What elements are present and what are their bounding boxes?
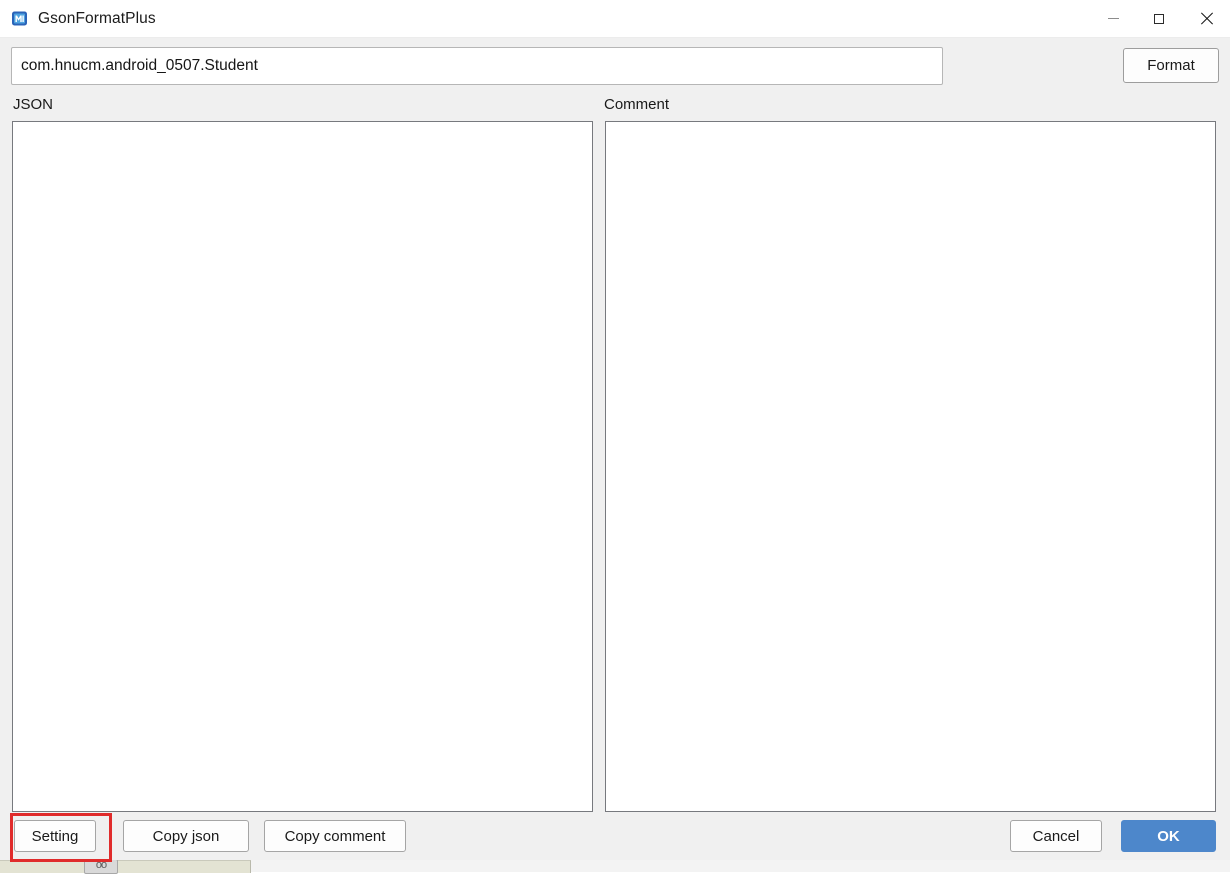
window-title: GsonFormatPlus: [38, 9, 156, 27]
minimize-icon: [1107, 18, 1119, 19]
panel-labels: JSON Comment: [0, 96, 1230, 121]
maximize-icon: [1154, 13, 1164, 24]
gsonformatplus-window: GsonFormatPlus Format JSON Comment: [0, 0, 1230, 860]
title-bar: GsonFormatPlus: [0, 0, 1230, 38]
toolbar-row: Format: [0, 38, 1230, 96]
comment-panel-label: Comment: [604, 96, 670, 113]
copy-comment-button[interactable]: Copy comment: [264, 820, 406, 852]
minimize-button[interactable]: [1090, 0, 1136, 37]
json-editor-pane[interactable]: [12, 121, 593, 812]
editor-area: [0, 121, 1230, 812]
close-icon: [1200, 12, 1213, 25]
cancel-button[interactable]: Cancel: [1010, 820, 1102, 852]
copy-json-button[interactable]: Copy json: [123, 820, 249, 852]
ok-button[interactable]: OK: [1121, 820, 1216, 852]
app-icon: [11, 10, 28, 27]
class-name-input[interactable]: [11, 47, 943, 85]
format-button[interactable]: Format: [1123, 48, 1219, 83]
json-input[interactable]: [13, 122, 592, 811]
desktop-background-strip: oo: [0, 858, 1230, 874]
maximize-button[interactable]: [1136, 0, 1182, 37]
setting-button[interactable]: Setting: [14, 820, 96, 852]
window-controls: [1090, 0, 1230, 37]
comment-input[interactable]: [606, 122, 1215, 811]
button-bar: Setting Copy json Copy comment Cancel OK: [0, 812, 1230, 860]
comment-editor-pane[interactable]: [605, 121, 1216, 812]
close-button[interactable]: [1182, 0, 1230, 37]
json-panel-label: JSON: [13, 96, 54, 113]
background-document: [0, 860, 251, 873]
